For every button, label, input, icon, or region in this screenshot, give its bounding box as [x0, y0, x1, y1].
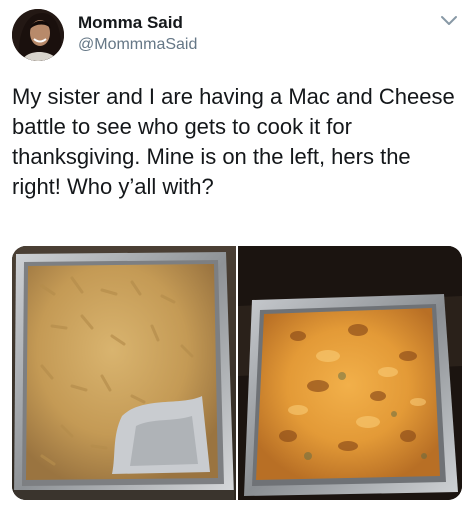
media-photo-left[interactable]	[12, 246, 236, 500]
avatar-image	[12, 9, 64, 61]
user-handle[interactable]: @MommmaSaid	[78, 36, 197, 54]
media-photo-right[interactable]	[238, 246, 462, 500]
display-name[interactable]: Momma Said	[78, 13, 183, 33]
tweet-text: My sister and I are having a Mac and Che…	[12, 84, 455, 199]
chevron-down-icon[interactable]	[440, 14, 458, 28]
tweet-media[interactable]	[12, 246, 462, 500]
avatar[interactable]	[12, 9, 64, 61]
tweet-card: Momma Said @MommmaSaid My sister and I a…	[0, 0, 474, 520]
